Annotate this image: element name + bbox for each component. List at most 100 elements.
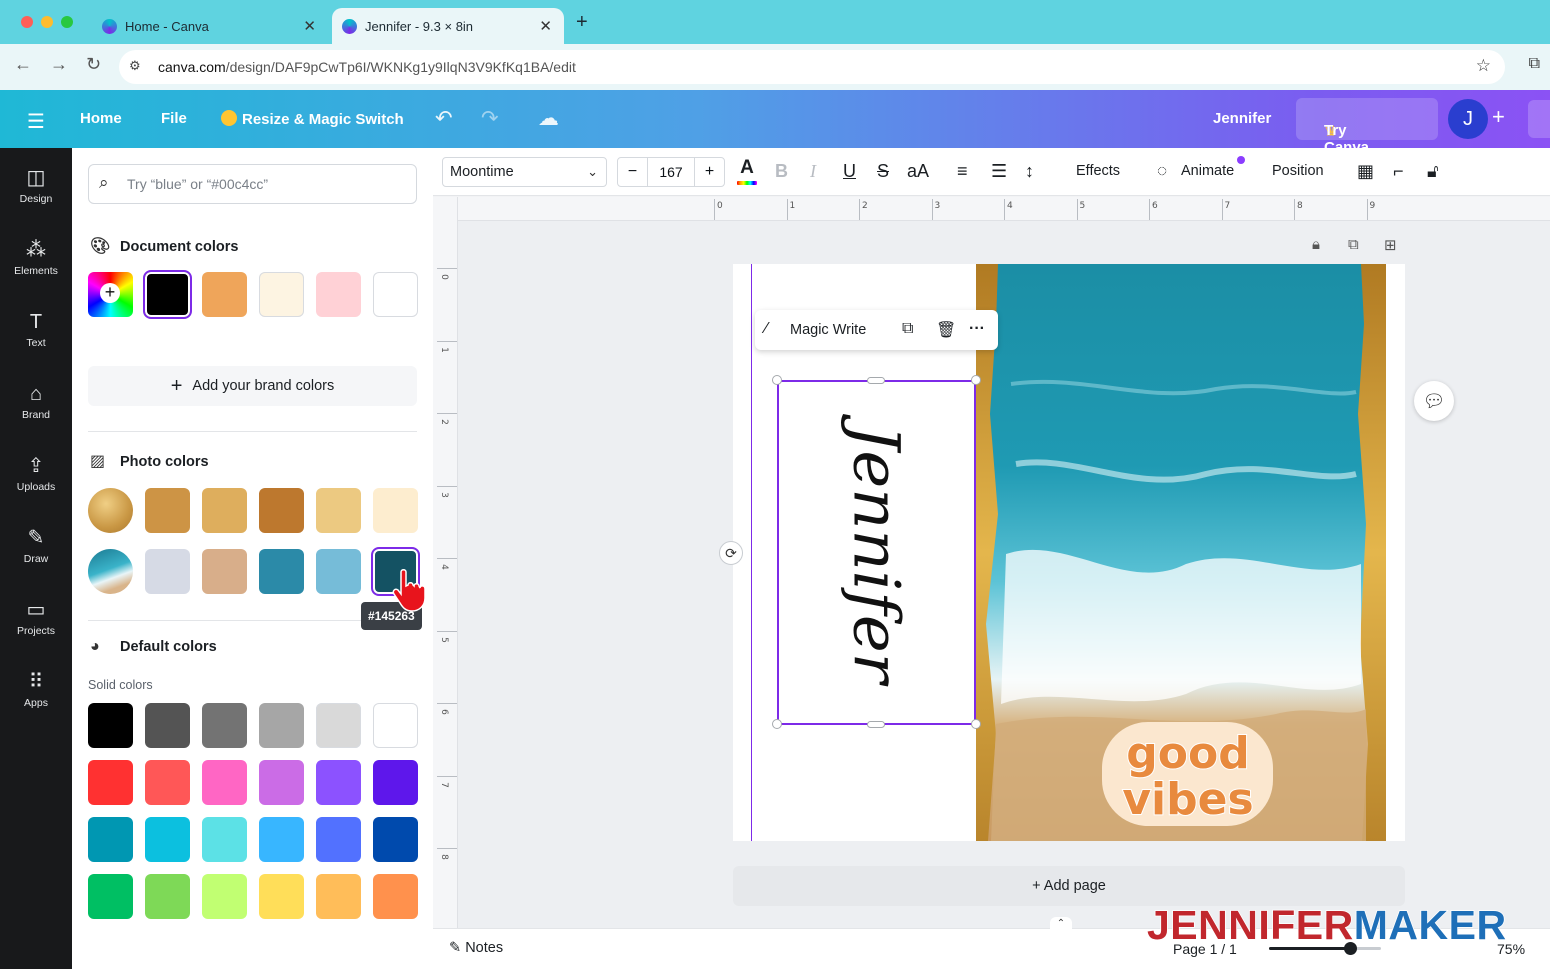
- color-swatch[interactable]: [88, 703, 133, 748]
- color-swatch[interactable]: [316, 703, 361, 748]
- color-swatch[interactable]: [259, 817, 304, 862]
- strikethrough-icon[interactable]: S: [877, 161, 889, 182]
- forward-icon[interactable]: →: [50, 54, 68, 75]
- list-icon[interactable]: ☰: [991, 161, 1007, 182]
- color-swatch[interactable]: [145, 874, 190, 919]
- search-input[interactable]: [127, 173, 407, 195]
- increase-font-size-button[interactable]: +: [694, 158, 724, 186]
- font-family-select[interactable]: Moontime ⌄: [442, 157, 607, 187]
- add-page-button[interactable]: + Add page: [733, 866, 1405, 906]
- window-close-button[interactable]: [21, 16, 33, 28]
- add-comment-icon[interactable]: 💬︎: [1414, 381, 1454, 421]
- effects-button[interactable]: Effects: [1076, 163, 1120, 179]
- rail-item-brand[interactable]: ⌂ Brand: [0, 382, 72, 421]
- color-swatch[interactable]: [259, 549, 304, 594]
- reload-icon[interactable]: ↻: [86, 54, 101, 75]
- extensions-icon[interactable]: ⧉: [1529, 55, 1540, 73]
- align-center-icon[interactable]: ≡: [957, 161, 968, 182]
- resize-handle[interactable]: [971, 719, 981, 729]
- add-brand-colors-button[interactable]: + Add your brand colors: [88, 366, 417, 406]
- try-canva-pro-button[interactable]: ♛ Try Canva Pro: [1296, 98, 1438, 173]
- rail-item-draw[interactable]: ✎ Draw: [0, 526, 72, 565]
- rail-item-elements[interactable]: ⁂ Elements: [0, 238, 72, 277]
- color-swatch[interactable]: [202, 549, 247, 594]
- color-search[interactable]: ⌕: [88, 164, 417, 204]
- menu-icon[interactable]: ☰: [27, 109, 45, 134]
- color-swatch[interactable]: [202, 817, 247, 862]
- color-swatch[interactable]: [259, 272, 304, 317]
- animate-button[interactable]: Animate: [1181, 163, 1234, 179]
- spacing-icon[interactable]: ↕: [1025, 161, 1034, 182]
- color-swatch[interactable]: [88, 817, 133, 862]
- rail-item-design[interactable]: ◫ Design: [0, 166, 72, 205]
- script-text-jennifer[interactable]: Jennifer: [839, 382, 913, 727]
- browser-tab-jennifer[interactable]: Jennifer - 9.3 × 8in ✕: [332, 8, 564, 44]
- avatar[interactable]: J: [1448, 99, 1488, 139]
- italic-icon[interactable]: I: [810, 161, 816, 182]
- color-swatch[interactable]: [88, 760, 133, 805]
- color-swatch[interactable]: [373, 874, 418, 919]
- design-title[interactable]: Jennifer: [1213, 110, 1271, 127]
- font-size-stepper[interactable]: − 167 +: [617, 157, 725, 187]
- rail-item-apps[interactable]: ⠿ Apps: [0, 670, 72, 709]
- font-size-value[interactable]: 167: [648, 158, 694, 186]
- resize-handle-bottom[interactable]: [867, 721, 885, 728]
- copy-style-icon[interactable]: ⌐: [1393, 161, 1404, 182]
- url-text[interactable]: canva.com/design/DAF9pCwTp6I/WKNKg1y9Ilq…: [158, 59, 576, 75]
- redo-icon[interactable]: ↷: [481, 106, 499, 131]
- color-swatch[interactable]: [202, 272, 247, 317]
- site-settings-icon[interactable]: ⚙: [129, 58, 141, 74]
- lock-icon[interactable]: 🔓︎: [1427, 161, 1439, 182]
- color-swatch[interactable]: [316, 760, 361, 805]
- color-swatch[interactable]: [145, 272, 190, 317]
- color-swatch[interactable]: [145, 488, 190, 533]
- color-swatch[interactable]: [316, 874, 361, 919]
- resize-handle-top[interactable]: [867, 377, 885, 384]
- window-minimize-button[interactable]: [41, 16, 53, 28]
- home-button[interactable]: Home: [80, 110, 122, 127]
- resize-magic-switch-button[interactable]: Resize & Magic Switch: [221, 110, 404, 128]
- color-swatch[interactable]: [145, 817, 190, 862]
- lock-page-icon[interactable]: 🔒︎: [1312, 236, 1320, 253]
- color-swatch[interactable]: [373, 760, 418, 805]
- transparency-icon[interactable]: ▦: [1357, 161, 1374, 182]
- color-swatch[interactable]: [316, 272, 361, 317]
- close-tab-icon[interactable]: ✕: [539, 17, 552, 35]
- position-button[interactable]: Position: [1272, 163, 1324, 179]
- rail-item-uploads[interactable]: ⇪ Uploads: [0, 454, 72, 493]
- close-tab-icon[interactable]: ✕: [303, 17, 316, 35]
- color-swatch[interactable]: [373, 272, 418, 317]
- color-swatch[interactable]: [202, 760, 247, 805]
- new-tab-button[interactable]: +: [576, 11, 588, 34]
- duplicate-page-icon[interactable]: ⧉: [1348, 236, 1359, 253]
- color-swatch[interactable]: [316, 549, 361, 594]
- resize-handle[interactable]: [772, 375, 782, 385]
- share-plus-icon[interactable]: +: [1492, 104, 1505, 130]
- trash-icon[interactable]: 🗑︎: [936, 320, 956, 340]
- pages-toggle-icon[interactable]: ⌃: [1050, 917, 1072, 929]
- bold-icon[interactable]: B: [775, 161, 788, 182]
- file-menu-button[interactable]: File: [161, 110, 187, 127]
- rail-item-text[interactable]: T Text: [0, 310, 72, 349]
- add-color-button[interactable]: [88, 272, 133, 317]
- insights-button[interactable]: [1528, 100, 1550, 138]
- decrease-font-size-button[interactable]: −: [618, 158, 648, 186]
- bookmark-star-icon[interactable]: ☆: [1476, 56, 1491, 76]
- browser-tab-home[interactable]: Home - Canva ✕: [92, 8, 328, 44]
- duplicate-icon[interactable]: ⧉: [902, 320, 913, 338]
- color-swatch[interactable]: [259, 488, 304, 533]
- text-color-button[interactable]: A: [735, 157, 759, 187]
- resize-handle[interactable]: [772, 719, 782, 729]
- more-options-icon[interactable]: ···: [969, 320, 985, 338]
- notes-button[interactable]: ✎ Notes: [449, 940, 503, 956]
- selected-text-box[interactable]: Jennifer: [777, 380, 976, 725]
- back-icon[interactable]: ←: [14, 54, 32, 75]
- color-swatch[interactable]: [316, 488, 361, 533]
- color-swatch[interactable]: [259, 874, 304, 919]
- color-swatch[interactable]: [145, 703, 190, 748]
- photo-thumbnail-sand[interactable]: [88, 488, 133, 533]
- url-field[interactable]: ⚙ canva.com/design/DAF9pCwTp6I/WKNKg1y9I…: [119, 50, 1505, 84]
- color-swatch[interactable]: [259, 760, 304, 805]
- color-swatch[interactable]: [259, 703, 304, 748]
- letter-case-icon[interactable]: aA: [907, 161, 929, 182]
